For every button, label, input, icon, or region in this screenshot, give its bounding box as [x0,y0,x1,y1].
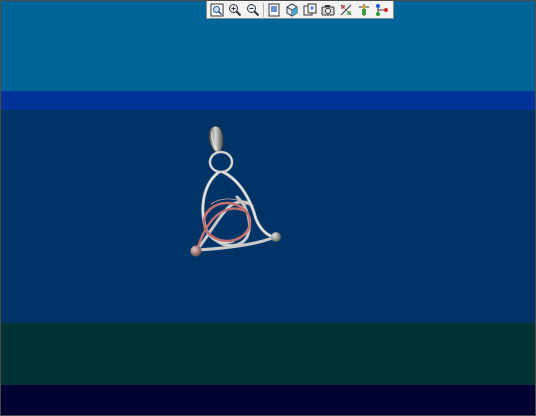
camera-button[interactable] [320,2,337,18]
connect-nodes-icon [376,3,389,16]
rotate-axes-icon [340,4,352,15]
zoom-out-icon [246,3,259,16]
page-view-button[interactable] [265,2,282,18]
pendant-bail [208,125,224,154]
3d-viewer[interactable] [0,0,536,416]
toolbar-separator [263,2,265,17]
lighting-button[interactable] [356,2,373,18]
pendant-ball-left [190,245,202,257]
viewer-toolbar [206,1,394,19]
rotate-axes-button[interactable] [338,2,355,18]
zoom-fit-icon [210,3,224,16]
zoom-fit-button[interactable] [208,2,225,18]
page-view-icon [268,3,280,16]
pendant-model[interactable] [1,1,536,416]
cube-view-button[interactable] [283,2,300,18]
copy-image-icon [303,3,317,15]
copy-image-button[interactable] [301,2,318,18]
zoom-out-button[interactable] [244,2,261,18]
cube-view-icon [286,2,298,17]
pendant-ball-right [271,232,281,242]
lighting-icon [359,3,370,16]
zoom-in-icon [228,3,241,16]
zoom-in-button[interactable] [226,2,243,18]
camera-icon [321,4,335,15]
connect-nodes-button[interactable] [374,2,391,18]
